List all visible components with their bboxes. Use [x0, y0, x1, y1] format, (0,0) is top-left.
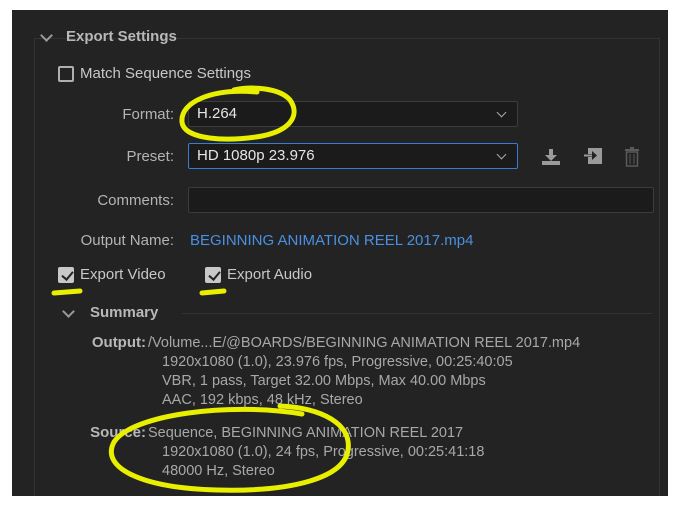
format-value: H.264: [197, 105, 238, 122]
summary-output-lines: /Volume...E/@BOARDS/BEGINNING ANIMATION …: [148, 334, 580, 410]
export-audio-checkbox[interactable]: [205, 267, 221, 283]
summary-source-label: Source:: [90, 424, 146, 441]
match-sequence-checkbox[interactable]: [58, 66, 74, 82]
format-dropdown[interactable]: H.264: [188, 101, 518, 127]
output-name-link[interactable]: BEGINNING ANIMATION REEL 2017.mp4: [190, 232, 473, 249]
output-name-label: Output Name:: [80, 232, 174, 249]
export-settings-toggle[interactable]: Export Settings: [38, 28, 238, 48]
chevron-down-icon: [62, 305, 75, 318]
export-settings-panel: Export Settings Match Sequence Settings …: [12, 10, 668, 496]
chevron-down-icon: [496, 149, 507, 160]
export-settings-title: Export Settings: [66, 28, 177, 45]
summary-source-line: 1920x1080 (1.0), 24 fps, Progressive, 00…: [162, 444, 485, 460]
export-video-label: Export Video: [80, 266, 166, 283]
export-audio-label: Export Audio: [227, 266, 313, 283]
summary-output-line: 1920x1080 (1.0), 23.976 fps, Progressive…: [162, 354, 513, 370]
summary-source-line: 48000 Hz, Stereo: [162, 463, 275, 479]
summary-source-lines: Sequence, BEGINNING ANIMATION REEL 2017 …: [148, 424, 484, 481]
comments-input[interactable]: [188, 187, 654, 213]
import-preset-icon[interactable]: [582, 147, 604, 167]
summary-divider: [182, 313, 652, 314]
save-preset-icon[interactable]: [541, 147, 561, 167]
preset-label: Preset:: [126, 148, 174, 165]
chevron-down-icon: [40, 29, 53, 42]
summary-toggle[interactable]: Summary: [60, 304, 220, 324]
comments-label: Comments:: [97, 192, 174, 209]
match-sequence-label: Match Sequence Settings: [80, 65, 251, 82]
delete-preset-icon[interactable]: [624, 147, 640, 167]
chevron-down-icon: [496, 107, 507, 118]
summary-output-line: AAC, 192 kbps, 48 kHz, Stereo: [162, 392, 363, 408]
summary-output-line: VBR, 1 pass, Target 32.00 Mbps, Max 40.0…: [162, 373, 486, 389]
format-label: Format:: [122, 106, 174, 123]
summary-output-label: Output:: [91, 334, 146, 351]
summary-output-line: /Volume...E/@BOARDS/BEGINNING ANIMATION …: [148, 335, 581, 351]
preset-dropdown[interactable]: HD 1080p 23.976: [188, 143, 518, 169]
export-video-checkbox[interactable]: [58, 267, 74, 283]
summary-source-line: Sequence, BEGINNING ANIMATION REEL 2017: [148, 425, 464, 441]
preset-value: HD 1080p 23.976: [197, 147, 315, 164]
summary-title: Summary: [90, 304, 159, 321]
